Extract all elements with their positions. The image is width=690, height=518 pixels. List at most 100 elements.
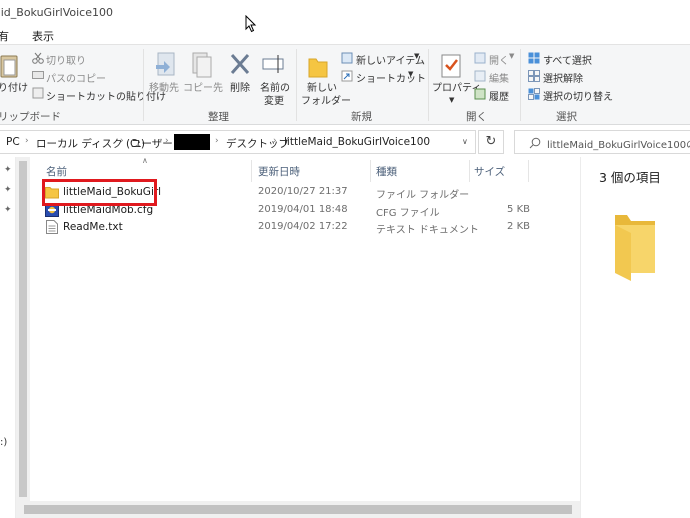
chevron-right-icon[interactable]: › — [165, 136, 169, 146]
file-row[interactable]: ReadMe.txt 2019/04/02 17:22 テキスト ドキュメント … — [42, 219, 562, 236]
horizontal-scrollbar[interactable] — [16, 501, 580, 518]
properties-icon — [441, 54, 461, 78]
menu-tabs: 有 表示 — [0, 24, 690, 44]
file-size: 5 KB — [507, 204, 530, 215]
history-icon — [474, 88, 486, 100]
nav-scrollbar[interactable] — [16, 157, 30, 501]
title-bar: aid_BokuGirlVoice100 — [0, 0, 690, 24]
file-type: ファイル フォルダー — [376, 190, 470, 201]
delete-button[interactable]: 削除 — [230, 82, 250, 95]
chevron-right-icon[interactable]: › — [25, 136, 29, 146]
group-new-label: 新規 — [351, 111, 372, 123]
file-date: 2020/10/27 21:37 — [258, 186, 348, 197]
chevron-down-icon[interactable]: ▼ — [408, 70, 413, 78]
invert-selection-button[interactable]: 選択の切り替え — [543, 88, 613, 103]
copy-to-icon — [192, 52, 212, 78]
horizontal-scrollbar-thumb[interactable] — [24, 505, 572, 514]
paste-icon[interactable] — [0, 53, 20, 79]
navigation-pane[interactable]: ✦ ✦ ✦ — [0, 157, 16, 518]
chevron-down-icon[interactable]: ▼ — [509, 52, 514, 60]
copy-path-button[interactable]: パスのコピー — [46, 70, 106, 85]
breadcrumb-current-folder[interactable]: littleMaid_BokuGirlVoice100 — [284, 136, 430, 148]
mouse-cursor-icon — [245, 15, 257, 33]
shortcut-icon — [341, 70, 353, 82]
pin-icon[interactable]: ✦ — [4, 205, 12, 215]
address-dropdown-icon[interactable]: ∨ — [462, 137, 468, 146]
group-open-label: 開く — [466, 111, 487, 123]
column-divider[interactable] — [251, 160, 252, 182]
cut-icon — [32, 52, 44, 64]
breadcrumb-pc[interactable]: PC — [6, 136, 20, 148]
highlight-box — [42, 179, 157, 206]
rename-button-line2[interactable]: 変更 — [264, 95, 284, 108]
open-icon — [474, 52, 486, 64]
chevron-right-icon[interactable]: › — [215, 136, 219, 146]
copy-to-button[interactable]: コピー先 — [183, 82, 223, 95]
column-divider[interactable] — [469, 160, 470, 182]
paste-shortcut-icon — [32, 87, 44, 99]
select-none-button[interactable]: 選択解除 — [543, 70, 583, 85]
chevron-down-icon[interactable]: ▼ — [414, 52, 419, 60]
search-placeholder: littleMaid_BokuGirlVoice100の検索 — [547, 140, 690, 151]
breadcrumb-desktop[interactable]: デスクトップ — [226, 136, 289, 151]
chevron-down-icon[interactable]: ▼ — [449, 96, 454, 104]
folder-preview-icon — [615, 215, 655, 281]
file-date: 2019/04/02 17:22 — [258, 221, 348, 232]
search-box[interactable]: littleMaid_BokuGirlVoice100の検索 — [514, 130, 690, 154]
ribbon: り付け 切り取り パスのコピー ショートカットの貼り付け リップボード 移動先 … — [0, 44, 690, 125]
file-name[interactable]: ReadMe.txt — [63, 221, 123, 233]
group-organize-label: 整理 — [208, 111, 229, 123]
edit-button[interactable]: 編集 — [489, 70, 509, 85]
select-none-icon — [528, 70, 540, 82]
cut-button[interactable]: 切り取り — [46, 52, 86, 67]
new-folder-line2[interactable]: フォルダー — [301, 95, 351, 108]
breadcrumb-drive[interactable]: ローカル ディスク (C:) — [36, 136, 145, 151]
search-icon — [529, 137, 541, 149]
open-button[interactable]: 開く — [489, 52, 509, 67]
preview-pane: 3 個の項目 — [580, 157, 690, 518]
refresh-button[interactable]: ↻ — [478, 130, 504, 154]
chevron-right-icon[interactable]: › — [120, 136, 124, 146]
rename-button-line1[interactable]: 名前の — [260, 82, 290, 95]
tab-share[interactable]: 有 — [0, 28, 9, 44]
paste-shortcut-button[interactable]: ショートカットの貼り付け — [46, 88, 166, 103]
move-to-button[interactable]: 移動先 — [149, 82, 179, 95]
ribbon-separator — [520, 49, 521, 121]
column-divider[interactable] — [528, 160, 529, 182]
tab-view[interactable]: 表示 — [32, 28, 54, 44]
group-select-label: 選択 — [556, 111, 577, 123]
pin-icon[interactable]: ✦ — [4, 185, 12, 195]
redacted-username — [174, 134, 210, 150]
delete-icon — [230, 54, 250, 74]
select-all-button[interactable]: すべて選択 — [543, 52, 592, 67]
invert-selection-icon — [528, 88, 540, 100]
file-type: テキスト ドキュメント — [376, 225, 479, 236]
window-title: aid_BokuGirlVoice100 — [0, 6, 113, 19]
paste-label[interactable]: り付け — [0, 82, 28, 95]
group-clipboard-label: リップボード — [0, 111, 61, 123]
column-type[interactable]: 種類 — [376, 164, 397, 179]
shortcut-button[interactable]: ショートカット — [356, 70, 426, 85]
new-item-icon — [341, 52, 353, 64]
address-bar[interactable]: PC › ローカル ディスク (C:) › ユーザー › › デスクトップ › … — [0, 130, 476, 154]
column-name[interactable]: 名前 — [46, 164, 67, 179]
text-file-icon — [46, 220, 58, 234]
new-folder-line1[interactable]: 新しい — [307, 82, 337, 95]
ribbon-separator — [428, 49, 429, 121]
column-date[interactable]: 更新日時 — [258, 164, 300, 179]
file-type: CFG ファイル — [376, 208, 440, 219]
edit-icon — [474, 70, 486, 82]
copy-path-icon — [32, 71, 44, 79]
nav-drive-label[interactable]: :) — [0, 437, 7, 448]
address-bar-row: PC › ローカル ディスク (C:) › ユーザー › › デスクトップ › … — [0, 127, 690, 157]
column-divider[interactable] — [370, 160, 371, 182]
new-folder-icon — [308, 58, 328, 78]
column-size[interactable]: サイズ — [474, 164, 505, 179]
ribbon-separator — [143, 49, 144, 121]
refresh-icon: ↻ — [485, 134, 497, 149]
ribbon-separator — [296, 49, 297, 121]
pin-icon[interactable]: ✦ — [4, 165, 12, 175]
history-button[interactable]: 履歴 — [489, 88, 509, 103]
nav-scrollbar-thumb[interactable] — [19, 161, 27, 497]
chevron-right-icon[interactable]: › — [273, 136, 277, 146]
